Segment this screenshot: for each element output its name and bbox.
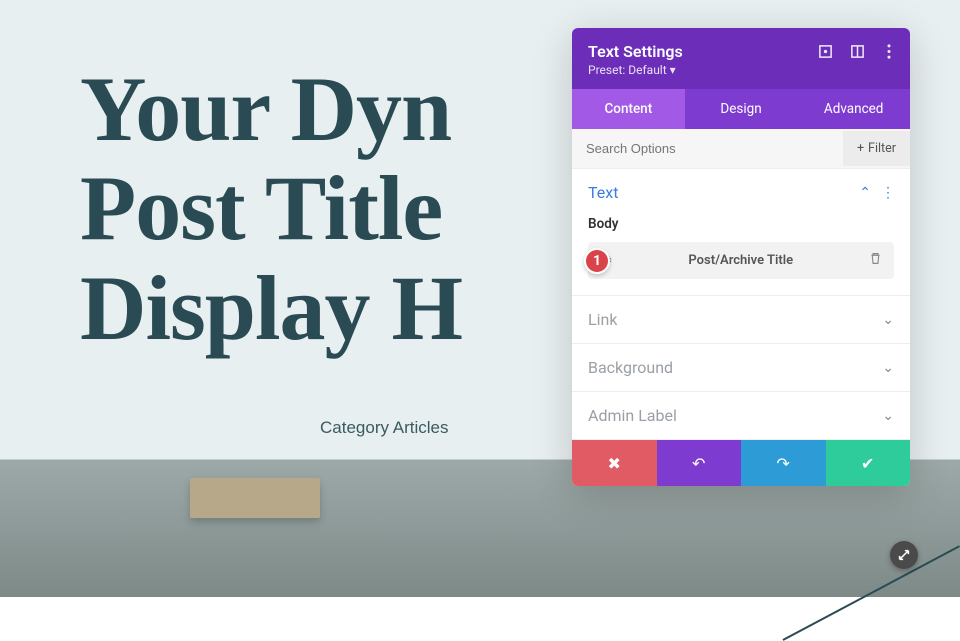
dynamic-content-field[interactable]: 1 ⚙ Post/Archive Title [588, 242, 894, 279]
cancel-button[interactable]: ✖ [572, 440, 657, 486]
tab-content[interactable]: Content [572, 89, 685, 129]
decor-shelf [190, 478, 320, 518]
hero-title-line3: Display H [80, 259, 462, 358]
caret-down-icon: ▾ [670, 63, 676, 77]
section-link-title: Link [588, 310, 882, 329]
filter-label: Filter [868, 141, 896, 156]
kebab-icon[interactable] [880, 42, 898, 60]
panel-preset-label: Preset: Default [588, 63, 667, 77]
section-admin-label-header[interactable]: Admin Label ⌄ [572, 392, 910, 439]
hero-title-line2: Post Title [80, 159, 462, 258]
filter-button[interactable]: + Filter [843, 131, 910, 166]
panel-body: Text ⌃ ⋮ Body 1 ⚙ Post/Archive Title Lin… [572, 169, 910, 440]
resize-handle[interactable] [890, 541, 918, 569]
check-icon: ✔ [861, 454, 874, 473]
hero-subtitle: Category Articles [320, 418, 449, 438]
section-text-title: Text [588, 183, 859, 202]
plus-icon: + [857, 141, 864, 156]
section-kebab-icon[interactable]: ⋮ [881, 185, 894, 201]
undo-icon: ↶ [692, 454, 705, 473]
undo-button[interactable]: ↶ [657, 440, 742, 486]
panel-header-icons [816, 42, 898, 60]
panel-actions: ✖ ↶ ↷ ✔ [572, 440, 910, 486]
chevron-down-icon: ⌄ [882, 408, 894, 424]
section-admin-label: Admin Label ⌄ [572, 392, 910, 440]
settings-panel: Text Settings Preset: Default ▾ Content … [572, 28, 910, 486]
section-text-content: Body 1 ⚙ Post/Archive Title [572, 216, 910, 295]
section-background: Background ⌄ [572, 344, 910, 392]
panel-preset[interactable]: Preset: Default ▾ [588, 63, 894, 77]
tab-design[interactable]: Design [685, 89, 798, 129]
section-link: Link ⌄ [572, 296, 910, 344]
decor-line [782, 545, 960, 641]
hero-title: Your Dyn Post Title Display H [80, 60, 462, 358]
save-button[interactable]: ✔ [826, 440, 911, 486]
tab-advanced[interactable]: Advanced [797, 89, 910, 129]
trash-icon[interactable] [869, 252, 882, 269]
search-row: + Filter [572, 129, 910, 169]
panel-tabs: Content Design Advanced [572, 89, 910, 129]
close-icon: ✖ [608, 454, 621, 473]
section-background-header[interactable]: Background ⌄ [572, 344, 910, 391]
callout-badge: 1 [584, 248, 610, 274]
expand-square-icon[interactable] [816, 42, 834, 60]
redo-button[interactable]: ↷ [741, 440, 826, 486]
chevron-down-icon: ⌄ [882, 360, 894, 376]
search-input[interactable] [572, 129, 843, 168]
section-admin-label-title: Admin Label [588, 406, 882, 425]
section-background-title: Background [588, 358, 882, 377]
section-text-header[interactable]: Text ⌃ ⋮ [572, 169, 910, 216]
chevron-down-icon: ⌄ [882, 312, 894, 328]
section-link-header[interactable]: Link ⌄ [572, 296, 910, 343]
dynamic-field-value: Post/Archive Title [613, 253, 869, 268]
body-label: Body [588, 216, 894, 232]
panel-header[interactable]: Text Settings Preset: Default ▾ [572, 28, 910, 89]
columns-icon[interactable] [848, 42, 866, 60]
chevron-up-icon: ⌃ [859, 185, 871, 201]
section-text: Text ⌃ ⋮ Body 1 ⚙ Post/Archive Title [572, 169, 910, 296]
hero-title-line1: Your Dyn [80, 60, 462, 159]
redo-icon: ↷ [777, 454, 790, 473]
